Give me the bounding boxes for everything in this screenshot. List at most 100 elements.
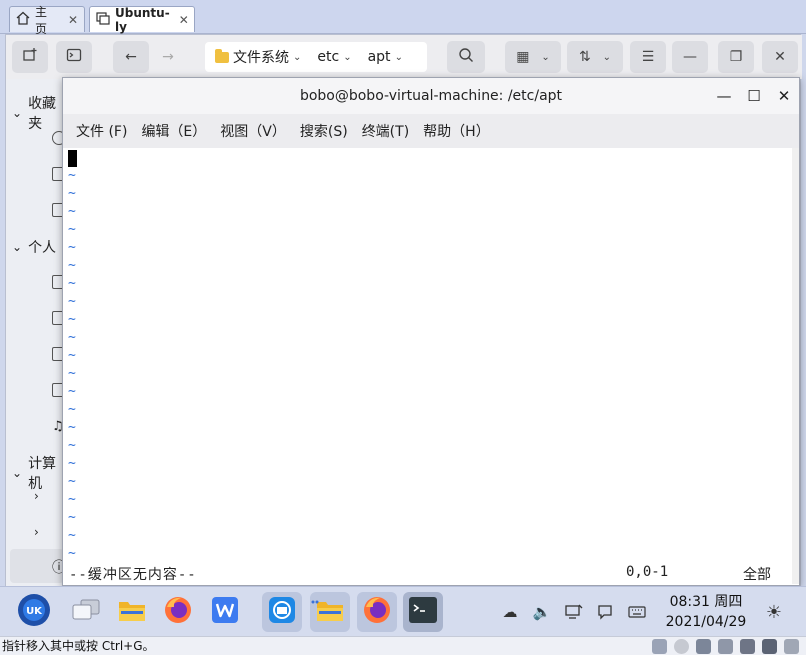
firefox-icon bbox=[163, 595, 193, 629]
close-button[interactable]: ✕ bbox=[762, 41, 798, 73]
menu-button[interactable]: ☰ bbox=[630, 41, 666, 73]
chevron-down-icon: ⌄ bbox=[12, 106, 23, 120]
empty-line-tilde: ~ bbox=[68, 222, 76, 237]
menu-edit[interactable]: 编辑（E） bbox=[134, 121, 213, 141]
taskbar-software-center[interactable] bbox=[262, 592, 302, 632]
sidebar-group-computer[interactable]: ⌄ 计算机 bbox=[12, 453, 64, 493]
chevron-right-icon: › bbox=[34, 489, 39, 503]
close-icon[interactable]: ✕ bbox=[179, 13, 189, 27]
terminal-menubar: 文件 (F) 编辑（E） 视图（V） 搜索(S) 终端(T) 帮助（H） bbox=[63, 114, 799, 148]
new-tab-button[interactable] bbox=[12, 41, 48, 73]
vm-hint-bar: 指针移入其中或按 Ctrl+G。 bbox=[0, 636, 806, 655]
back-button[interactable]: ← bbox=[113, 41, 149, 73]
new-tab-icon bbox=[22, 47, 38, 67]
software-center-icon bbox=[267, 595, 297, 629]
empty-line-tilde: ~ bbox=[68, 168, 76, 183]
minimize-icon: — bbox=[716, 87, 732, 105]
menu-search[interactable]: 搜索(S) bbox=[293, 121, 355, 141]
arrow-left-icon: ← bbox=[125, 49, 137, 65]
vim-status-line: --缓冲区无内容-- 0,0-1 全部 bbox=[63, 564, 799, 584]
empty-line-tilde: ~ bbox=[68, 528, 76, 543]
empty-line-tilde: ~ bbox=[68, 438, 76, 453]
terminal-titlebar[interactable]: bobo@bobo-virtual-machine: /etc/apt — ☐ … bbox=[63, 78, 799, 114]
network-icon[interactable] bbox=[563, 601, 585, 623]
chevron-right-icon: › bbox=[34, 525, 39, 539]
vm-tab-label: 主页 bbox=[35, 4, 48, 36]
empty-line-tilde: ~ bbox=[68, 204, 76, 219]
taskbar-firefox[interactable] bbox=[158, 592, 198, 632]
empty-line-tilde: ~ bbox=[68, 186, 76, 201]
sort-button[interactable]: ⇅ ⌄ bbox=[567, 41, 623, 73]
terminal-icon bbox=[66, 47, 82, 67]
close-button[interactable]: ✕ bbox=[774, 86, 794, 106]
search-button[interactable] bbox=[447, 41, 485, 73]
multitask-button[interactable] bbox=[66, 592, 106, 632]
text-cursor bbox=[68, 150, 77, 167]
forward-button[interactable]: → bbox=[153, 41, 183, 73]
menu-terminal[interactable]: 终端(T) bbox=[355, 121, 416, 141]
window-title: bobo@bobo-virtual-machine: /etc/apt bbox=[299, 88, 563, 104]
minimize-button[interactable]: — bbox=[714, 86, 734, 106]
vm-tab-ubuntu[interactable]: Ubuntu-ly ✕ bbox=[89, 6, 195, 34]
usb-icon[interactable] bbox=[718, 639, 733, 654]
close-icon: ✕ bbox=[774, 49, 786, 65]
launcher-button[interactable]: UK bbox=[14, 592, 54, 632]
notification-icon[interactable] bbox=[594, 601, 616, 623]
minimize-button[interactable]: — bbox=[672, 41, 708, 73]
file-manager-toolbar: ← → 文件系统 ⌄ etc ⌄ apt ⌄ ▦ ⌄ ⇅ ⌄ ☰ — ❐ ✕ bbox=[6, 35, 802, 79]
menu-help[interactable]: 帮助（H） bbox=[416, 121, 497, 141]
taskbar-terminal[interactable] bbox=[403, 592, 443, 632]
clock[interactable]: 08:31 周四 2021/04/29 bbox=[664, 592, 748, 632]
terminal-button[interactable] bbox=[56, 41, 92, 73]
taskbar: UK ☁ 🔈 08:31 周四 2021/04/29 ☀ bbox=[0, 586, 806, 636]
display-icon[interactable] bbox=[762, 639, 777, 654]
taskbar-wps[interactable] bbox=[205, 592, 245, 632]
close-icon[interactable]: ✕ bbox=[68, 13, 78, 27]
terminal-scrollbar[interactable] bbox=[792, 148, 799, 584]
clock-date: 2021/04/29 bbox=[665, 614, 747, 630]
cloud-icon[interactable]: ☁ bbox=[499, 601, 521, 623]
chevron-down-icon[interactable]: ⌄ bbox=[395, 52, 403, 63]
view-mode-button[interactable]: ▦ ⌄ bbox=[505, 41, 561, 73]
keyboard-icon[interactable] bbox=[626, 601, 648, 623]
empty-line-tilde: ~ bbox=[68, 384, 76, 399]
running-indicator-icon bbox=[311, 593, 319, 604]
sidebar-item-drive-2[interactable]: › bbox=[34, 525, 39, 539]
taskbar-file-manager[interactable] bbox=[112, 592, 152, 632]
volume-icon[interactable]: 🔈 bbox=[531, 601, 553, 623]
cd-icon[interactable] bbox=[674, 639, 689, 654]
vm-icon bbox=[96, 11, 110, 28]
sidebar-item-drive-1[interactable]: › bbox=[34, 489, 39, 503]
empty-line-tilde: ~ bbox=[68, 474, 76, 489]
path-crumb-etc[interactable]: etc ⌄ bbox=[311, 49, 357, 65]
network-adapter-icon[interactable] bbox=[696, 639, 711, 654]
terminal-content[interactable]: ~ ~ ~ ~ ~ ~ ~ ~ ~ ~ ~ ~ ~ ~ ~ ~ ~ ~ ~ ~ ~ ~ bbox=[63, 148, 799, 566]
restore-button[interactable]: ❐ bbox=[718, 41, 754, 73]
empty-line-tilde: ~ bbox=[68, 276, 76, 291]
sound-card-icon[interactable] bbox=[740, 639, 755, 654]
arrow-right-icon: → bbox=[162, 49, 174, 65]
grid-icon: ▦ bbox=[516, 49, 530, 65]
folder-icon bbox=[315, 597, 345, 627]
taskbar-firefox-running[interactable] bbox=[357, 592, 397, 632]
path-crumb-root[interactable]: 文件系统 ⌄ bbox=[209, 47, 307, 67]
chevron-down-icon: ⌄ bbox=[12, 466, 23, 480]
sidebar-group-personal[interactable]: ⌄ 个人 bbox=[12, 237, 56, 257]
maximize-button[interactable]: ☐ bbox=[744, 86, 764, 106]
taskbar-file-manager-running[interactable] bbox=[310, 592, 350, 632]
theme-toggle-icon[interactable]: ☀ bbox=[763, 601, 785, 623]
path-bar: 文件系统 ⌄ etc ⌄ apt ⌄ bbox=[205, 42, 427, 72]
chevron-down-icon[interactable]: ⌄ bbox=[293, 52, 301, 63]
settings-icon[interactable] bbox=[784, 639, 799, 654]
hard-disk-icon[interactable] bbox=[652, 639, 667, 654]
chevron-down-icon[interactable]: ⌄ bbox=[343, 52, 351, 63]
sidebar-group-favorites[interactable]: ⌄ 收藏夹 bbox=[12, 93, 64, 133]
empty-line-tilde: ~ bbox=[68, 402, 76, 417]
clock-time: 08:31 周四 bbox=[669, 594, 743, 610]
path-crumb-apt[interactable]: apt ⌄ bbox=[362, 49, 409, 65]
vm-tab-home[interactable]: 主页 ✕ bbox=[9, 5, 85, 36]
scroll-position: 全部 bbox=[743, 567, 771, 583]
terminal-icon bbox=[408, 596, 438, 628]
menu-view[interactable]: 视图（V） bbox=[213, 121, 293, 141]
menu-file[interactable]: 文件 (F) bbox=[69, 121, 134, 141]
